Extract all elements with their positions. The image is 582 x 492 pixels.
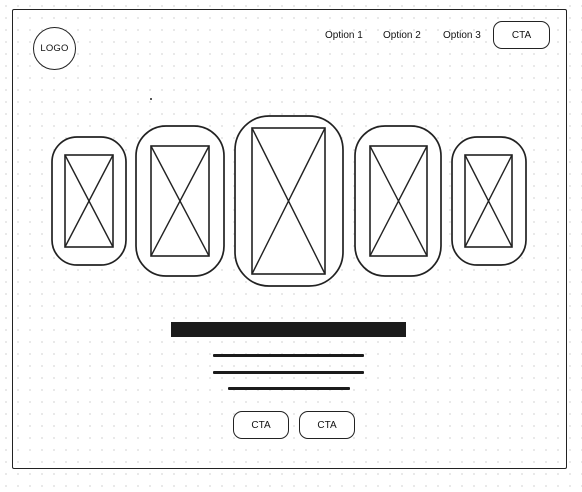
image-placeholder-icon (451, 136, 527, 266)
headline-placeholder (171, 322, 406, 337)
cta-button-secondary[interactable]: CTA (299, 411, 355, 439)
nav-option-2[interactable]: Option 2 (383, 30, 421, 41)
body-text-line-placeholder (213, 354, 364, 357)
carousel-card-5[interactable] (451, 136, 527, 266)
cta-button-label: CTA (317, 419, 337, 431)
image-placeholder-icon (135, 125, 225, 277)
body-text-line-placeholder (228, 387, 350, 390)
logo-label: LOGO (40, 43, 69, 54)
cta-button-label: CTA (251, 419, 271, 431)
nav-option-1[interactable]: Option 1 (325, 30, 363, 41)
carousel-card-4[interactable] (354, 125, 442, 277)
image-placeholder-icon (51, 136, 127, 266)
image-placeholder-icon (234, 115, 344, 287)
logo[interactable]: LOGO (33, 27, 76, 70)
body-text-line-placeholder (213, 371, 364, 374)
carousel-card-2[interactable] (135, 125, 225, 277)
image-placeholder-icon (354, 125, 442, 277)
nav-option-3[interactable]: Option 3 (443, 30, 481, 41)
header-cta-button[interactable]: CTA (493, 21, 550, 49)
carousel-card-3[interactable] (234, 115, 344, 287)
stray-dot (150, 98, 152, 100)
cta-button-primary[interactable]: CTA (233, 411, 289, 439)
header-cta-label: CTA (511, 29, 532, 41)
carousel-card-1[interactable] (51, 136, 127, 266)
